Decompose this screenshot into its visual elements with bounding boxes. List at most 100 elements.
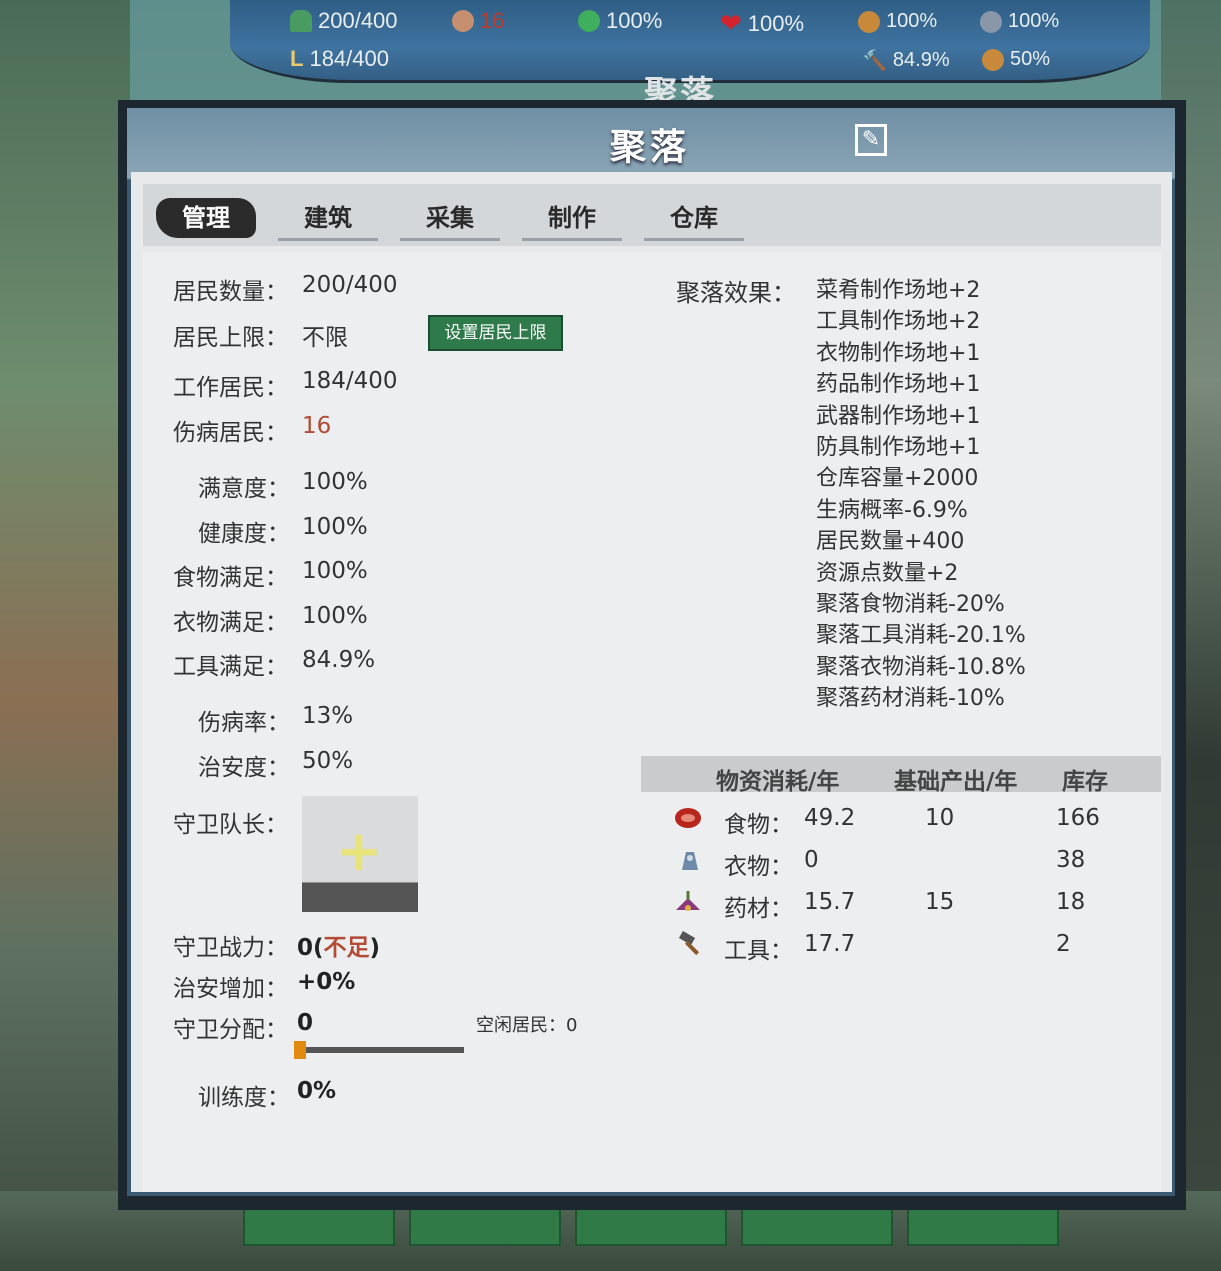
tab-gather[interactable]: 采集 bbox=[400, 198, 500, 241]
background-scenery-left bbox=[0, 0, 130, 1271]
bottom-button-2[interactable] bbox=[409, 1208, 561, 1246]
injury-rate-label: 伤病率： bbox=[198, 710, 290, 736]
food-row-stock: 166 bbox=[1056, 805, 1100, 831]
satisfaction-label: 满意度： bbox=[198, 476, 290, 502]
workers-stat: L 184/400 bbox=[290, 46, 389, 71]
effect-item: 仓库容量+2000 bbox=[816, 466, 979, 492]
hammer-icon bbox=[678, 931, 700, 956]
header-stock: 库存 bbox=[1062, 769, 1108, 795]
food-stat: 100% bbox=[858, 10, 937, 33]
herb-row-name: 药材： bbox=[724, 896, 793, 922]
effect-item: 工具制作场地+2 bbox=[816, 309, 981, 335]
effect-item: 资源点数量+2 bbox=[816, 560, 959, 586]
boot-icon: L bbox=[290, 46, 304, 71]
food-row-consumption: 49.2 bbox=[804, 805, 856, 831]
heart-icon: ❤ bbox=[720, 8, 742, 38]
effects-label: 聚落效果： bbox=[676, 279, 796, 307]
herb-row-stock: 18 bbox=[1056, 889, 1086, 915]
injured-label: 伤病居民： bbox=[173, 420, 288, 446]
workers-value: 184/400 bbox=[302, 368, 398, 394]
bottom-button-3[interactable] bbox=[575, 1208, 727, 1246]
residents-label: 居民数量： bbox=[173, 279, 288, 305]
guard-power-value: 0(不足) bbox=[297, 935, 381, 961]
health-label: 健康度： bbox=[198, 521, 290, 547]
idle-residents: 空闲居民：0 bbox=[476, 1015, 578, 1036]
food-icon bbox=[858, 10, 880, 33]
effect-item: 衣物制作场地+1 bbox=[816, 340, 981, 366]
tools-row-name: 工具： bbox=[724, 938, 793, 964]
panel-title: 聚落 bbox=[609, 127, 690, 168]
meat-icon bbox=[675, 808, 701, 828]
injury-rate-value: 13% bbox=[302, 703, 354, 729]
clothing-value: 100% bbox=[302, 603, 368, 629]
tools-row-consumption: 17.7 bbox=[804, 931, 856, 957]
security-icon bbox=[982, 48, 1004, 71]
security-bonus-value: +0% bbox=[297, 969, 356, 995]
effect-item: 聚落食物消耗-20% bbox=[816, 592, 1005, 617]
smile-icon bbox=[578, 10, 600, 32]
bottom-button-5[interactable] bbox=[907, 1208, 1059, 1246]
limit-label: 居民上限： bbox=[173, 325, 288, 351]
guard-assign-slider[interactable] bbox=[300, 1047, 464, 1053]
guard-assign-label: 守卫分配： bbox=[173, 1017, 288, 1043]
tab-manage[interactable]: 管理 bbox=[156, 198, 256, 238]
clothing-row-name: 衣物： bbox=[724, 854, 793, 880]
guard-assign-slider-handle[interactable] bbox=[294, 1041, 306, 1059]
tools-stat: 🔨 84.9% bbox=[862, 49, 950, 72]
effect-item: 武器制作场地+1 bbox=[816, 403, 981, 429]
guard-assign-value: 0 bbox=[297, 1010, 314, 1036]
header-production: 基础产出/年 bbox=[894, 769, 1018, 795]
edit-icon[interactable]: ✎ bbox=[855, 124, 887, 156]
effect-item: 聚落工具消耗-20.1% bbox=[816, 623, 1026, 649]
clothing-row-stock: 38 bbox=[1056, 847, 1086, 873]
bottom-button-4[interactable] bbox=[741, 1208, 893, 1246]
effect-item: 药品制作场地+1 bbox=[816, 372, 981, 398]
workers-label: 工作居民： bbox=[173, 375, 288, 401]
satisfaction-value: 100% bbox=[302, 469, 368, 495]
resident-icon bbox=[290, 10, 312, 32]
clothing-icon bbox=[682, 852, 698, 870]
security-bonus-label: 治安增加： bbox=[173, 976, 288, 1002]
food-label: 食物满足： bbox=[173, 565, 288, 591]
guard-power-label: 守卫战力： bbox=[173, 935, 288, 961]
effect-item: 聚落药材消耗-10% bbox=[816, 686, 1005, 712]
effect-item: 聚落衣物消耗-10.8% bbox=[816, 654, 1026, 680]
tab-buildings[interactable]: 建筑 bbox=[278, 198, 378, 241]
injured-stat: 16 bbox=[452, 8, 504, 34]
satisfaction-stat: 100% bbox=[578, 8, 662, 34]
tools-label: 工具满足： bbox=[173, 654, 288, 680]
header-consumption: 物资消耗/年 bbox=[716, 769, 840, 795]
herb-row-production: 15 bbox=[925, 889, 955, 915]
tab-craft[interactable]: 制作 bbox=[522, 198, 622, 241]
tools-row-stock: 2 bbox=[1056, 931, 1071, 957]
set-resident-limit-button[interactable]: 设置居民上限 bbox=[428, 315, 563, 351]
effect-item: 防具制作场地+1 bbox=[816, 435, 981, 460]
effect-item: 菜肴制作场地+2 bbox=[816, 278, 981, 303]
clothing-label: 衣物满足： bbox=[173, 610, 288, 636]
hammer-icon: 🔨 bbox=[862, 50, 887, 72]
captain-label: 守卫队长： bbox=[173, 812, 288, 838]
effect-item: 生病概率-6.9% bbox=[816, 497, 968, 523]
residents-stat: 200/400 bbox=[290, 8, 398, 34]
residents-value: 200/400 bbox=[302, 272, 398, 298]
herb-row-consumption: 15.7 bbox=[804, 889, 856, 915]
injured-value: 16 bbox=[302, 413, 332, 439]
clothing-icon bbox=[980, 10, 1002, 33]
effect-item: 居民数量+400 bbox=[816, 529, 965, 555]
food-value: 100% bbox=[302, 558, 368, 584]
health-stat: ❤ 100% bbox=[720, 8, 805, 38]
bottom-button-1[interactable] bbox=[243, 1208, 395, 1246]
training-value: 0% bbox=[297, 1078, 337, 1104]
limit-value: 不限 bbox=[302, 325, 348, 351]
tab-warehouse[interactable]: 仓库 bbox=[644, 198, 744, 241]
security-value: 50% bbox=[302, 748, 354, 774]
clothing-row-consumption: 0 bbox=[804, 847, 819, 873]
health-value: 100% bbox=[302, 514, 368, 540]
food-row-production: 10 bbox=[925, 805, 955, 831]
add-icon: + bbox=[335, 819, 383, 884]
training-label: 训练度： bbox=[198, 1085, 290, 1111]
herb-icon bbox=[676, 891, 700, 911]
food-row-name: 食物： bbox=[724, 812, 793, 838]
security-stat: 50% bbox=[982, 48, 1050, 71]
security-label: 治安度： bbox=[198, 755, 290, 781]
